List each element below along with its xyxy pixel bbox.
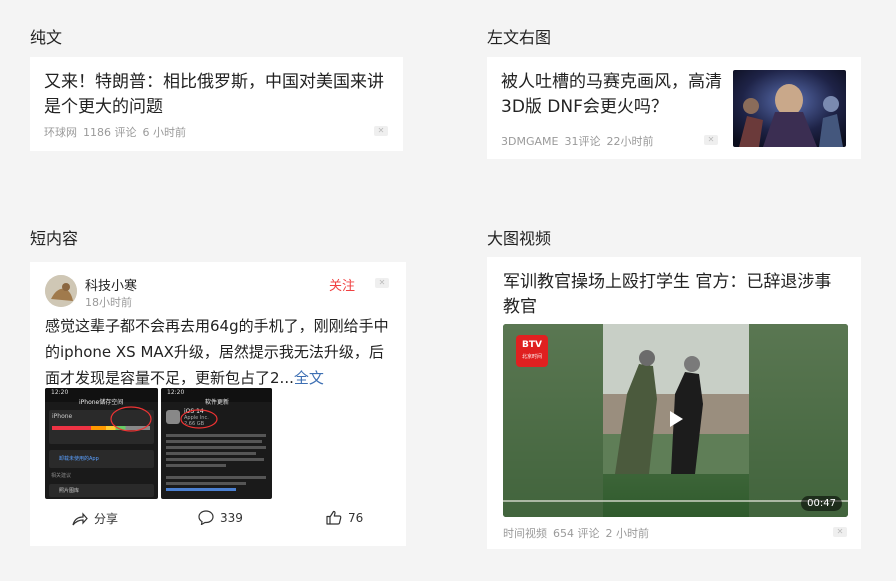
publish-time: 22小时前 xyxy=(606,135,654,148)
comment-count: 31评论 xyxy=(564,135,601,148)
offload-apps-label: 卸载未使用的App xyxy=(59,456,99,462)
play-icon[interactable] xyxy=(667,410,685,432)
post-time: 18小时前 xyxy=(85,296,132,309)
video-duration: 00:47 xyxy=(801,496,842,511)
screenshot-time: 12:20 xyxy=(51,389,69,396)
screenshot-header-title: 软件更新 xyxy=(205,399,230,406)
short-content-card[interactable]: 科技小寒 18小时前 关注 ✕ 感觉这辈子都不会再去用64g的手机了，刚刚给手中… xyxy=(30,262,406,546)
news-thumbnail[interactable] xyxy=(733,70,846,147)
dislike-close-icon[interactable]: ✕ xyxy=(375,278,389,288)
comment-button[interactable]: 339 xyxy=(198,510,243,525)
suggestion-label: 相关建议 xyxy=(51,473,72,479)
thumbs-up-icon xyxy=(326,510,342,525)
btv-logo: BTV 北京时间 xyxy=(516,335,548,367)
storage-row-label: iPhone xyxy=(52,413,73,420)
news-source: 环球网 xyxy=(44,126,77,139)
full-text-link[interactable]: 全文 xyxy=(294,369,324,387)
publish-time: 2 小时前 xyxy=(605,527,650,540)
author-name[interactable]: 科技小寒 xyxy=(85,275,137,294)
news-meta: 环球网 1186 评论 6 小时前 xyxy=(44,124,186,140)
settings-gear-icon xyxy=(166,410,180,424)
post-body: 感觉这辈子都不会再去用64g的手机了，刚刚给手中的iphone XS MAX升级… xyxy=(45,317,389,387)
video-title[interactable]: 军训教官操场上殴打学生 官方：已辞退涉事教官 xyxy=(503,270,848,320)
share-label: 分享 xyxy=(94,512,119,526)
screenshot-time: 12:20 xyxy=(167,389,185,396)
news-source: 3DMGAME xyxy=(501,134,559,148)
like-button[interactable]: 76 xyxy=(326,510,363,525)
photo-library-label: 照片图库 xyxy=(59,488,80,494)
news-title[interactable]: 被人吐槽的马赛克画风，高清 3D版 DNF会更火吗？ xyxy=(501,70,729,120)
share-icon xyxy=(72,511,88,525)
video-source: 时间视频 xyxy=(503,527,547,540)
post-image-1[interactable]: 12:20 iPhone储存空间 iPhone 卸载未使用的App 相关建议 照… xyxy=(45,388,158,499)
follow-button[interactable]: 关注 xyxy=(329,275,355,294)
comment-icon xyxy=(198,510,214,525)
video-player[interactable]: BTV 北京时间 00:47 xyxy=(503,324,848,517)
btv-logo-subtext: 北京时间 xyxy=(521,354,542,360)
comment-count: 339 xyxy=(220,510,243,525)
image-news-card[interactable]: 被人吐槽的马赛克画风，高清 3D版 DNF会更火吗？ 3DMGAME 31评论 … xyxy=(487,57,861,159)
section-title-left-text-right-image: 左文右图 xyxy=(487,28,552,47)
dislike-close-icon[interactable]: ✕ xyxy=(704,135,718,145)
post-text[interactable]: 感觉这辈子都不会再去用64g的手机了，刚刚给手中的iphone XS MAX升级… xyxy=(45,313,395,391)
btv-logo-text: BTV xyxy=(522,340,542,350)
section-title-big-video: 大图视频 xyxy=(487,229,552,248)
section-title-short-content: 短内容 xyxy=(30,229,79,248)
section-title-plain: 纯文 xyxy=(30,28,63,47)
author-avatar[interactable] xyxy=(45,275,77,307)
dislike-close-icon[interactable]: ✕ xyxy=(374,126,388,136)
publish-time: 6 小时前 xyxy=(142,126,187,139)
dislike-close-icon[interactable]: ✕ xyxy=(833,527,847,537)
news-title[interactable]: 又来！特朗普：相比俄罗斯，中国对美国来讲是个更大的问题 xyxy=(44,70,389,120)
like-count: 76 xyxy=(348,510,364,525)
comment-count: 1186 评论 xyxy=(83,126,137,139)
comment-count: 654 评论 xyxy=(553,527,600,540)
post-image-2[interactable]: 12:20 软件更新 iOS 14 Apple Inc. 2.66 GB xyxy=(161,388,272,499)
share-button[interactable]: 分享 xyxy=(72,510,118,527)
video-news-card[interactable]: 军训教官操场上殴打学生 官方：已辞退涉事教官 BTV 北京时间 00:47 时间… xyxy=(487,257,861,549)
video-meta: 时间视频 654 评论 2 小时前 xyxy=(503,525,649,541)
news-meta: 3DMGAME 31评论 22小时前 xyxy=(501,133,653,149)
plain-text-news-card[interactable]: 又来！特朗普：相比俄罗斯，中国对美国来讲是个更大的问题 环球网 1186 评论 … xyxy=(30,57,403,151)
